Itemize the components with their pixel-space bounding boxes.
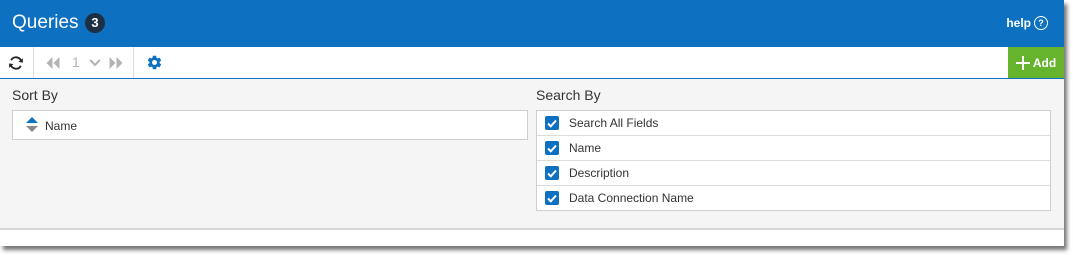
- toolbar: 1 Add: [0, 47, 1064, 79]
- plus-icon: [1015, 55, 1030, 70]
- checkbox-checked[interactable]: [545, 141, 559, 155]
- help-link[interactable]: help ?: [1006, 16, 1048, 30]
- toolbar-separator: [133, 47, 134, 78]
- refresh-icon: [9, 55, 23, 70]
- panel-header: Queries 3 help ?: [0, 0, 1064, 47]
- refresh-button[interactable]: [0, 47, 32, 78]
- search-option-label: Search All Fields: [569, 116, 659, 130]
- search-by-list: Search All Fields Name Description Data …: [536, 110, 1051, 211]
- page-dropdown-button[interactable]: [87, 47, 103, 78]
- gear-icon: [147, 55, 161, 70]
- settings-button[interactable]: [140, 47, 168, 78]
- sort-item-label: Name: [45, 119, 78, 133]
- page-number[interactable]: 1: [72, 54, 80, 70]
- checkmark-icon: [547, 119, 557, 128]
- sort-by-label: Sort By: [12, 87, 58, 103]
- search-option-label: Name: [569, 141, 602, 155]
- double-chevron-left-icon: [46, 56, 60, 69]
- count-badge: 3: [85, 13, 105, 33]
- search-option-label: Description: [569, 166, 630, 180]
- sort-arrows-icon: [26, 117, 38, 132]
- sort-item-name[interactable]: Name: [12, 110, 528, 140]
- double-chevron-right-icon: [109, 56, 123, 69]
- search-by-label: Search By: [536, 87, 601, 103]
- options-area: Sort By Name Search By Search All Fields…: [0, 79, 1064, 230]
- search-option-all-fields[interactable]: Search All Fields: [537, 111, 1050, 136]
- chevron-down-icon: [89, 58, 101, 66]
- search-option-name[interactable]: Name: [537, 136, 1050, 161]
- question-circle-icon: ?: [1034, 16, 1048, 30]
- last-page-button[interactable]: [107, 47, 125, 78]
- queries-panel: Queries 3 help ? 1 Add Sort By Name Sear…: [0, 0, 1064, 246]
- checkbox-checked[interactable]: [545, 191, 559, 205]
- checkmark-icon: [547, 169, 557, 178]
- checkbox-checked[interactable]: [545, 166, 559, 180]
- search-option-data-connection-name[interactable]: Data Connection Name: [537, 186, 1050, 210]
- toolbar-separator: [33, 47, 34, 78]
- search-option-description[interactable]: Description: [537, 161, 1050, 186]
- help-label: help: [1006, 16, 1031, 30]
- first-page-button[interactable]: [44, 47, 62, 78]
- search-option-label: Data Connection Name: [569, 191, 694, 205]
- page-title: Queries: [12, 12, 79, 33]
- checkmark-icon: [547, 144, 557, 153]
- checkmark-icon: [547, 194, 557, 203]
- add-button[interactable]: Add: [1008, 47, 1064, 78]
- add-button-label: Add: [1032, 55, 1057, 70]
- checkbox-checked[interactable]: [545, 116, 559, 130]
